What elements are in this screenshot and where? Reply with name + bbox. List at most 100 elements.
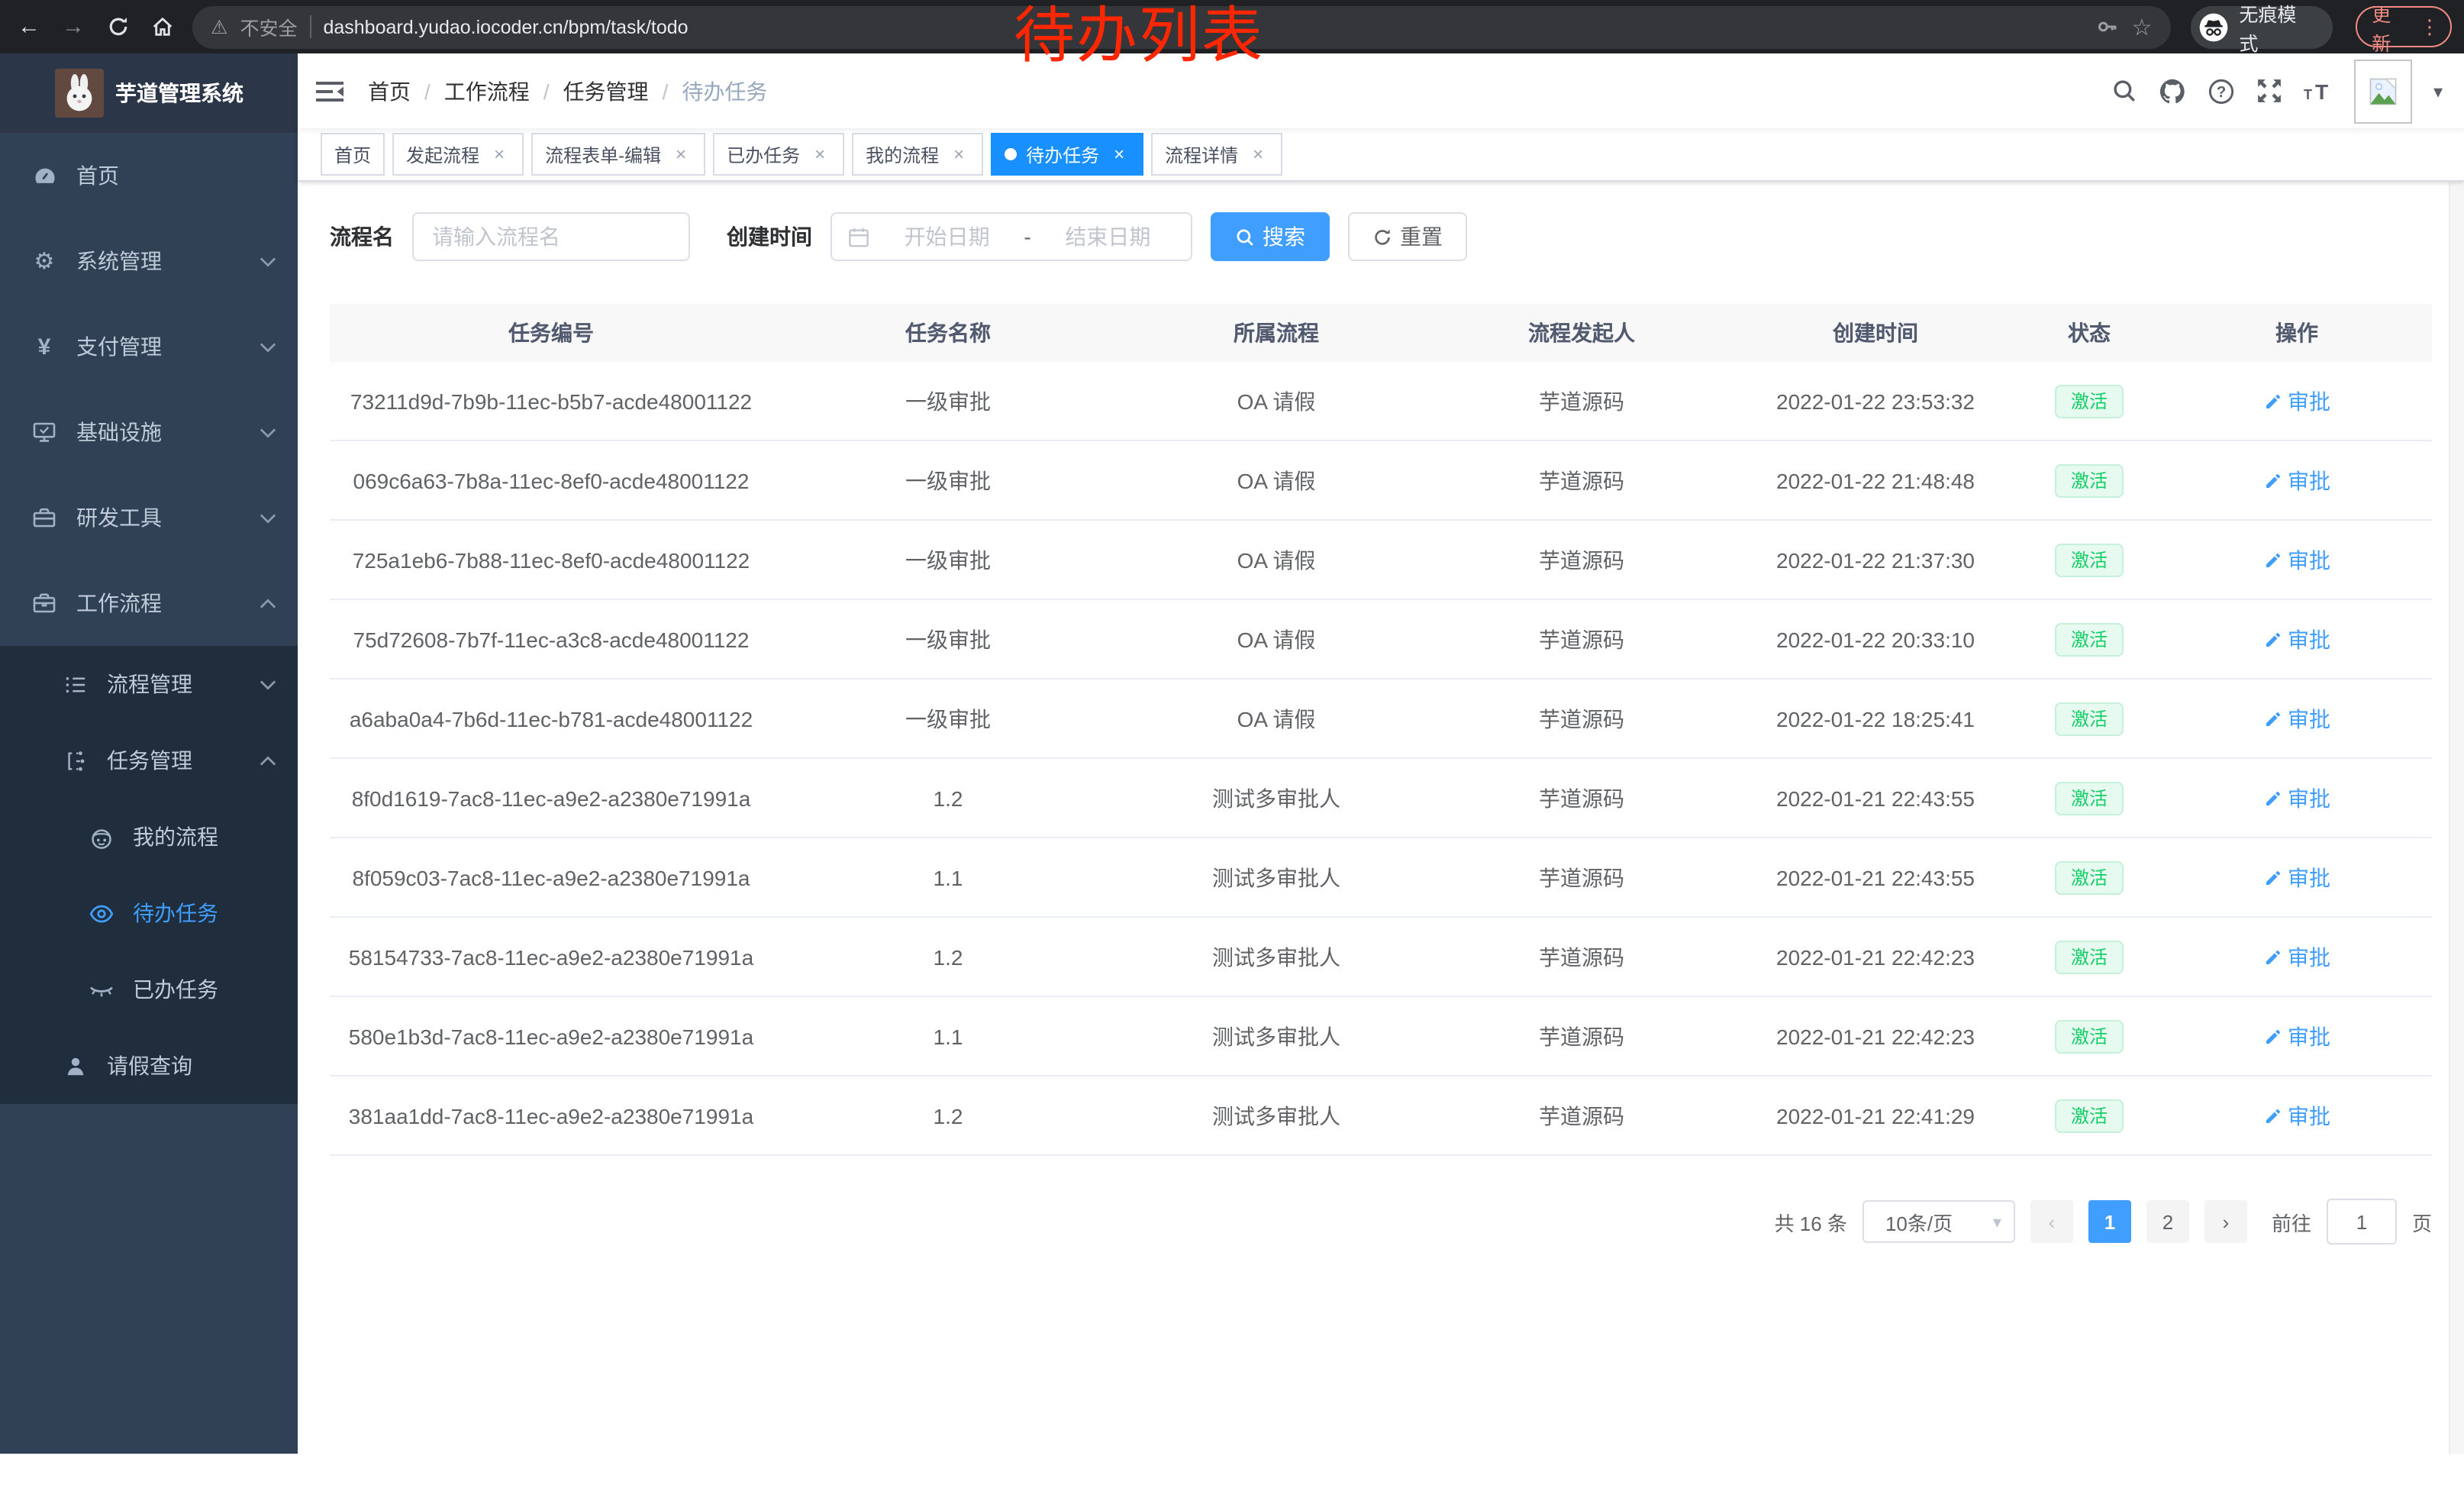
key-icon[interactable] xyxy=(2097,15,2120,38)
browser-reload-button[interactable] xyxy=(101,10,134,44)
page-size-value: 10条/页 xyxy=(1885,1207,1953,1236)
col-actions: 操作 xyxy=(2162,304,2432,362)
next-page-button[interactable]: › xyxy=(2204,1200,2247,1243)
calendar-icon xyxy=(847,225,870,248)
sidebar-item-task-management[interactable]: 任务管理 xyxy=(0,722,298,799)
created-cell: 2022-01-22 21:37:30 xyxy=(1734,520,2017,599)
top-navbar: 首页 工作流程 任务管理 待办任务 ? xyxy=(298,53,2464,128)
sidebar-item-done-tasks[interactable]: 已办任务 xyxy=(0,951,298,1028)
created-cell: 2022-01-21 22:42:23 xyxy=(1734,996,2017,1076)
close-icon[interactable]: × xyxy=(809,144,830,165)
process-name-input[interactable] xyxy=(412,212,690,261)
tab-start-process[interactable]: 发起流程 × xyxy=(392,133,524,176)
sidebar-item-infrastructure[interactable]: 基础设施 xyxy=(0,389,298,475)
task-id-cell: a6aba0a4-7b6d-11ec-b781-acde48001122 xyxy=(330,679,772,758)
breadcrumb-task-management[interactable]: 任务管理 xyxy=(543,76,649,106)
sidebar-item-payment[interactable]: ¥ 支付管理 xyxy=(0,304,298,389)
tab-label: 发起流程 xyxy=(406,141,479,167)
page-scrollbar[interactable] xyxy=(2449,53,2464,1454)
close-icon[interactable]: × xyxy=(948,144,969,165)
chevron-down-icon xyxy=(260,256,276,266)
browser-back-button[interactable]: ← xyxy=(12,10,46,44)
process-cell: 测试多审批人 xyxy=(1124,838,1429,917)
approve-link[interactable]: 审批 xyxy=(2263,1021,2330,1051)
font-size-icon[interactable]: TT xyxy=(2304,79,2333,102)
sidebar-item-workflow[interactable]: 工作流程 xyxy=(0,560,298,646)
sidebar-item-label: 请假查询 xyxy=(107,1051,276,1081)
approve-link[interactable]: 审批 xyxy=(2263,1100,2330,1131)
tab-done-tasks[interactable]: 已办任务× xyxy=(713,133,844,176)
prev-page-button[interactable]: ‹ xyxy=(2030,1200,2073,1243)
breadcrumb-workflow[interactable]: 工作流程 xyxy=(424,76,530,106)
app-title: 芋道管理系统 xyxy=(115,78,243,108)
created-cell: 2022-01-21 22:42:23 xyxy=(1734,917,2017,996)
starter-cell: 芋道源码 xyxy=(1429,917,1734,996)
fullscreen-icon[interactable] xyxy=(2256,78,2282,104)
col-task-id: 任务编号 xyxy=(330,304,772,362)
app-logo-row[interactable]: 芋道管理系统 xyxy=(0,53,298,133)
sidebar-item-system[interactable]: ⚙ 系统管理 xyxy=(0,218,298,304)
avatar-dropdown-caret-icon[interactable]: ▾ xyxy=(2433,80,2443,102)
process-cell: 测试多审批人 xyxy=(1124,1076,1429,1155)
close-icon[interactable]: × xyxy=(1247,144,1269,165)
process-cell: OA 请假 xyxy=(1124,362,1429,441)
close-icon[interactable]: × xyxy=(670,144,692,165)
user-avatar-broken-image[interactable] xyxy=(2354,59,2412,123)
process-name-label: 流程名 xyxy=(330,221,394,252)
approve-link[interactable]: 审批 xyxy=(2263,465,2330,495)
tab-process-form-edit[interactable]: 流程表单-编辑 × xyxy=(531,133,705,176)
approve-link[interactable]: 审批 xyxy=(2263,941,2330,972)
sidebar-item-leave-query[interactable]: 请假查询 xyxy=(0,1028,298,1104)
help-icon[interactable]: ? xyxy=(2208,77,2235,105)
todo-task-table: 任务编号 任务名称 所属流程 流程发起人 创建时间 状态 操作 73211d9d… xyxy=(330,304,2432,1156)
tab-my-process[interactable]: 我的流程× xyxy=(852,133,983,176)
tab-todo-tasks[interactable]: 待办任务 × xyxy=(991,133,1143,176)
page-size-select[interactable]: 10条/页 ▾ xyxy=(1863,1200,2015,1243)
approve-link[interactable]: 审批 xyxy=(2263,386,2330,416)
close-icon[interactable]: × xyxy=(489,144,510,165)
page-button-2[interactable]: 2 xyxy=(2146,1200,2189,1243)
approve-link[interactable]: 审批 xyxy=(2263,624,2330,654)
starter-cell: 芋道源码 xyxy=(1429,1076,1734,1155)
browser-forward-button[interactable]: → xyxy=(56,10,90,44)
page-button-1[interactable]: 1 xyxy=(2088,1200,2131,1243)
goto-page-input[interactable] xyxy=(2327,1199,2397,1244)
tab-label: 待办任务 xyxy=(1026,141,1099,167)
close-icon[interactable]: × xyxy=(1108,144,1130,165)
reset-button[interactable]: 重置 xyxy=(1348,212,1467,261)
approve-link[interactable]: 审批 xyxy=(2263,544,2330,575)
sidebar-collapse-icon[interactable] xyxy=(316,79,343,103)
gear-icon: ⚙ xyxy=(31,247,58,275)
tab-home[interactable]: 首页 xyxy=(321,133,385,176)
status-badge: 激活 xyxy=(2056,1019,2123,1053)
tab-process-detail[interactable]: 流程详情× xyxy=(1151,133,1282,176)
approve-link[interactable]: 审批 xyxy=(2263,783,2330,813)
tab-label: 流程表单-编辑 xyxy=(545,141,661,167)
github-icon[interactable] xyxy=(2159,77,2186,105)
sidebar-item-process-management[interactable]: 流程管理 xyxy=(0,646,298,722)
sidebar-item-my-process[interactable]: 我的流程 xyxy=(0,799,298,875)
task-id-cell: 8f059c03-7ac8-11ec-a9e2-a2380e71991a xyxy=(330,838,772,917)
approve-link[interactable]: 审批 xyxy=(2263,862,2330,893)
bookmark-star-icon[interactable]: ☆ xyxy=(2132,13,2153,40)
task-id-cell: 75d72608-7b7f-11ec-a3c8-acde48001122 xyxy=(330,599,772,679)
chevron-down-icon: ▾ xyxy=(1993,1212,2001,1231)
browser-home-button[interactable] xyxy=(145,10,179,44)
search-icon[interactable] xyxy=(2111,78,2137,104)
create-time-range-picker[interactable]: 开始日期 - 结束日期 xyxy=(830,212,1192,261)
address-bar[interactable]: ⚠ 不安全 dashboard.yudao.iocoder.cn/bpm/tas… xyxy=(192,5,2170,48)
breadcrumb-home[interactable]: 首页 xyxy=(368,76,411,106)
created-cell: 2022-01-22 20:33:10 xyxy=(1734,599,2017,679)
browser-update-menu-button[interactable]: 更新 ⋮ xyxy=(2355,6,2452,47)
status-badge: 激活 xyxy=(2056,702,2123,735)
app-logo-rabbit-image xyxy=(54,69,103,118)
sidebar-item-dev-tools[interactable]: 研发工具 xyxy=(0,475,298,560)
sidebar-item-label: 待办任务 xyxy=(133,898,276,928)
task-name-cell: 一级审批 xyxy=(772,362,1124,441)
range-separator: - xyxy=(1024,224,1030,249)
sidebar-item-todo-tasks[interactable]: 待办任务 xyxy=(0,875,298,951)
sidebar-item-home[interactable]: 首页 xyxy=(0,133,298,218)
search-button[interactable]: 搜索 xyxy=(1211,212,1330,261)
approve-link[interactable]: 审批 xyxy=(2263,703,2330,734)
chevron-down-icon xyxy=(260,512,276,523)
